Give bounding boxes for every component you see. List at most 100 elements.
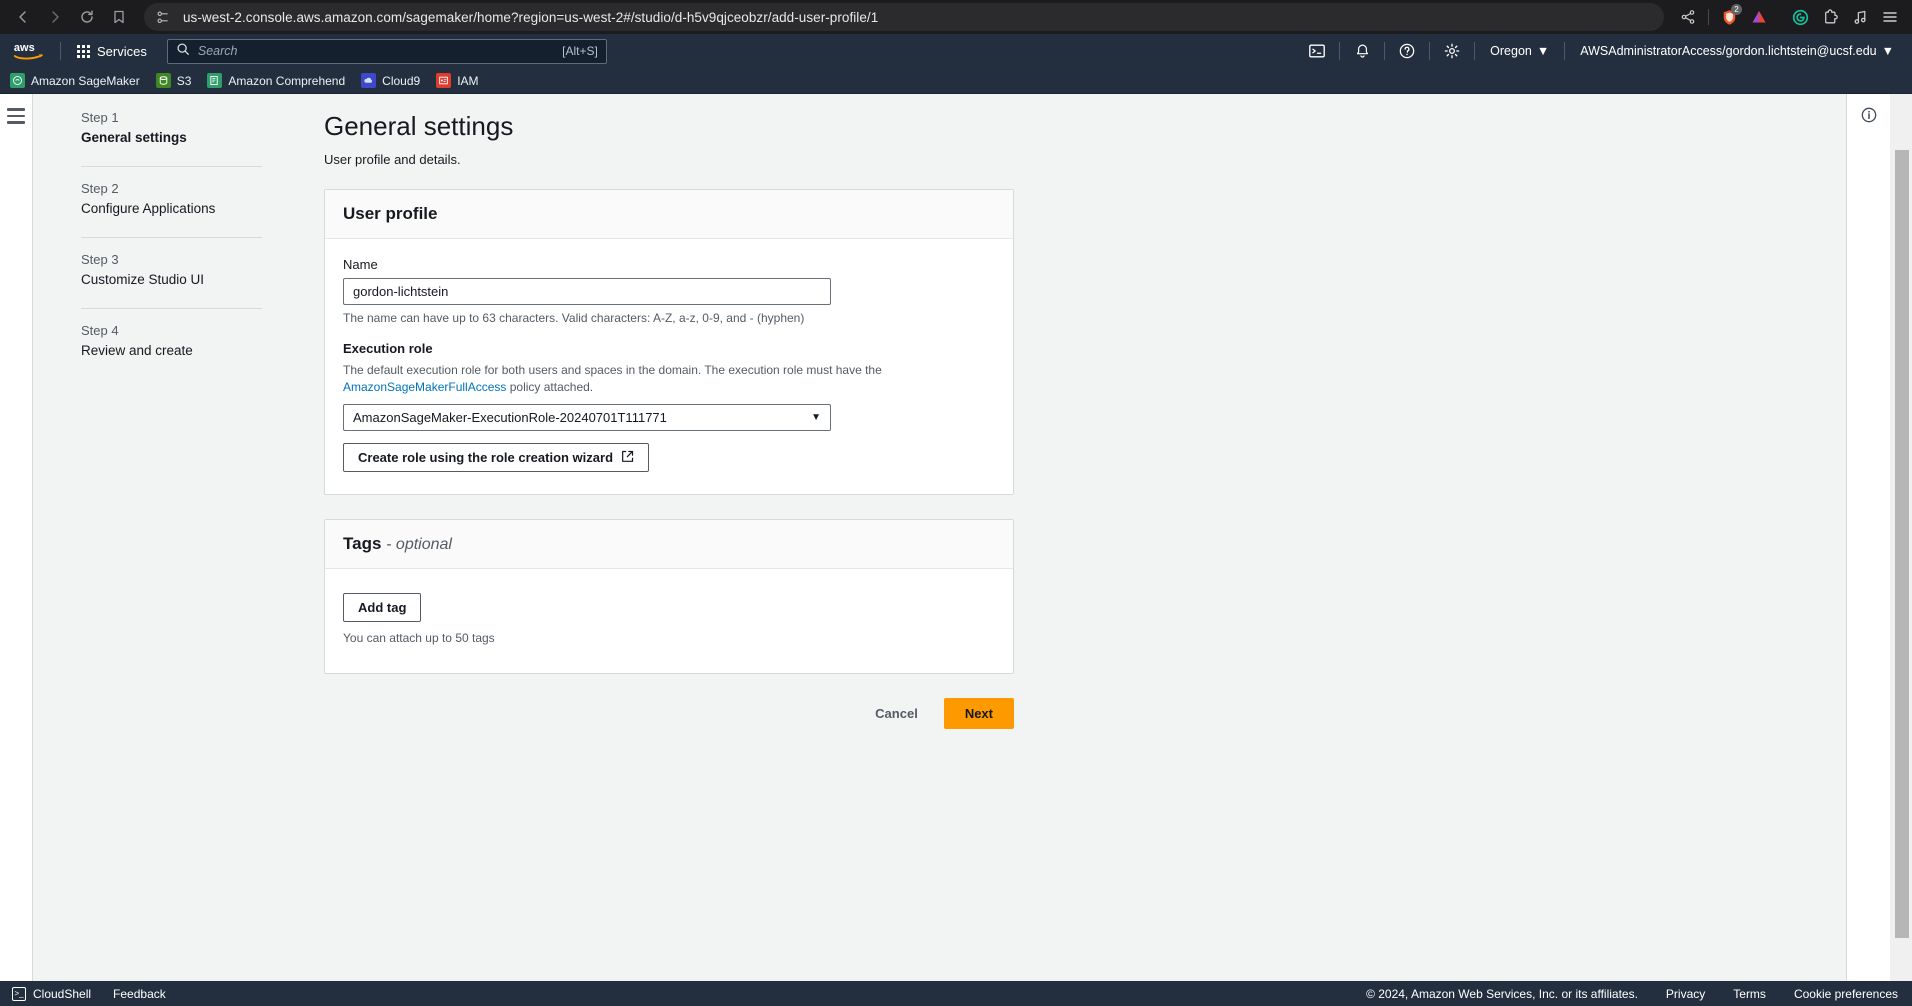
header-divider-2	[1384, 42, 1386, 60]
tags-heading-optional: - optional	[386, 536, 452, 553]
sidebar-item-step-1[interactable]: Step 1 General settings	[81, 108, 262, 152]
music-note-icon[interactable]	[1846, 4, 1874, 30]
user-profile-card-body: Name The name can have up to 63 characte…	[325, 239, 1013, 494]
role-desc-text-after: policy attached.	[506, 380, 594, 394]
bookmark-amazon-comprehend[interactable]: Amazon Comprehend	[207, 73, 345, 88]
s3-icon	[155, 73, 171, 88]
aws-console-header: aws Services [Alt+S] Oreg	[0, 34, 1912, 68]
info-circle-icon[interactable]	[1860, 106, 1878, 981]
bookmark-label: Cloud9	[382, 73, 421, 88]
sidebar-item-step-4[interactable]: Step 4 Review and create	[81, 321, 262, 365]
search-shortcut-hint: [Alt+S]	[562, 44, 598, 58]
amazon-sagemaker-full-access-link[interactable]: AmazonSageMakerFullAccess	[343, 380, 506, 394]
create-role-wizard-button[interactable]: Create role using the role creation wiza…	[343, 443, 650, 472]
bookmark-s3[interactable]: S3	[155, 73, 192, 88]
cancel-button[interactable]: Cancel	[861, 698, 932, 729]
tags-card: Tags - optional Add tag You can attach u…	[324, 519, 1014, 674]
bookmark-iam[interactable]: IAM	[436, 73, 479, 88]
wizard-actions: Cancel Next	[324, 698, 1014, 729]
back-button[interactable]	[8, 4, 38, 30]
add-tag-button[interactable]: Add tag	[343, 593, 422, 622]
search-input[interactable]	[197, 44, 555, 58]
bookmark-label: IAM	[457, 73, 479, 88]
footer-copyright: © 2024, Amazon Web Services, Inc. or its…	[1366, 986, 1638, 1001]
bookmark-amazon-sagemaker[interactable]: Amazon SageMaker	[10, 73, 140, 88]
execution-role-select[interactable]: AmazonSageMaker-ExecutionRole-20240701T1…	[343, 404, 831, 431]
region-selector[interactable]: Oregon ▼	[1480, 44, 1559, 58]
footer-feedback-link[interactable]: Feedback	[113, 987, 166, 1001]
footer-right-group: © 2024, Amazon Web Services, Inc. or its…	[1366, 981, 1898, 1006]
step-label: Review and create	[81, 343, 193, 358]
aws-logo[interactable]: aws	[10, 40, 50, 62]
header-divider	[60, 42, 61, 60]
page-subtitle: User profile and details.	[324, 152, 461, 167]
chevron-down-icon: ▼	[811, 412, 821, 423]
page-body: Step 1 General settings Step 2 Configure…	[0, 94, 1912, 981]
footer-privacy-link[interactable]: Privacy	[1666, 987, 1705, 1001]
header-divider-3	[1429, 42, 1431, 60]
svg-text:aws: aws	[14, 42, 35, 54]
browser-menu-icon[interactable]	[1876, 4, 1904, 30]
user-profile-heading: User profile	[343, 204, 438, 223]
bookmark-label: S3	[176, 73, 192, 88]
iam-icon	[436, 73, 452, 88]
step-divider	[81, 237, 262, 238]
user-profile-card-header: User profile	[325, 190, 1013, 239]
external-link-icon	[621, 450, 634, 466]
name-field-label: Name	[343, 257, 378, 272]
question-circle-icon[interactable]	[1390, 34, 1424, 68]
step-number: Step 3	[81, 252, 119, 267]
services-menu-label: Services	[97, 43, 147, 59]
bookmark-label: Amazon SageMaker	[31, 73, 140, 88]
comprehend-icon	[207, 73, 223, 88]
toolbar-divider-2	[1779, 9, 1780, 25]
bell-icon[interactable]	[1345, 34, 1379, 68]
footer-cloudshell-button[interactable]: >_ CloudShell	[12, 986, 91, 1001]
gear-icon[interactable]	[1435, 34, 1469, 68]
grammarly-icon[interactable]	[1786, 4, 1814, 30]
footer-cookie-preferences-link[interactable]: Cookie preferences	[1794, 987, 1898, 1001]
share-icon[interactable]	[1674, 4, 1702, 30]
header-divider-1	[1339, 42, 1341, 60]
console-search-box[interactable]: [Alt+S]	[166, 38, 607, 64]
console-footer: >_ CloudShell Feedback © 2024, Amazon We…	[0, 981, 1912, 1006]
page-title: General settings	[324, 111, 514, 141]
tags-card-body: Add tag You can attach up to 50 tags	[325, 569, 1013, 673]
tags-heading: Tags - optional	[343, 534, 995, 554]
page-scrollbar-track[interactable]	[1890, 94, 1912, 981]
triangle-extension-icon[interactable]	[1745, 4, 1773, 30]
footer-feedback-label: Feedback	[113, 986, 166, 1001]
bookmark-cloud9[interactable]: Cloud9	[361, 73, 420, 88]
chevron-down-icon: ▼	[1881, 44, 1894, 58]
bookmark-button[interactable]	[104, 4, 134, 30]
extensions-puzzle-icon[interactable]	[1816, 4, 1844, 30]
brave-shields-icon[interactable]: 2	[1715, 4, 1743, 30]
site-settings-icon[interactable]	[156, 10, 171, 25]
reload-button[interactable]	[72, 4, 102, 30]
bookmark-label: Amazon Comprehend	[228, 73, 346, 88]
footer-left-group: >_ CloudShell Feedback	[12, 986, 166, 1001]
step-label: Configure Applications	[81, 201, 216, 216]
step-number: Step 2	[81, 181, 119, 196]
role-desc-text-before: The default execution role for both user…	[343, 363, 882, 377]
cloudshell-icon[interactable]	[1300, 34, 1334, 68]
hamburger-menu-icon[interactable]	[7, 108, 25, 981]
sidebar-item-step-2[interactable]: Step 2 Configure Applications	[81, 179, 262, 223]
services-menu-button[interactable]: Services	[71, 40, 153, 63]
region-label: Oregon	[1490, 44, 1532, 58]
name-input[interactable]	[343, 278, 831, 305]
execution-role-label: Execution role	[343, 341, 433, 356]
tags-hint: You can attach up to 50 tags	[343, 631, 495, 645]
step-divider	[81, 166, 262, 167]
shields-badge-count: 2	[1731, 4, 1742, 15]
sidebar-item-step-3[interactable]: Step 3 Customize Studio UI	[81, 250, 262, 294]
browser-nav-buttons	[8, 4, 134, 30]
forward-button[interactable]	[40, 4, 70, 30]
page-scrollbar-thumb[interactable]	[1895, 150, 1909, 938]
footer-terms-link[interactable]: Terms	[1733, 987, 1766, 1001]
address-bar[interactable]: us-west-2.console.aws.amazon.com/sagemak…	[144, 3, 1664, 31]
browser-chrome: us-west-2.console.aws.amazon.com/sagemak…	[0, 0, 1912, 34]
account-menu[interactable]: AWSAdministratorAccess/gordon.lichtstein…	[1570, 44, 1904, 58]
next-button[interactable]: Next	[943, 698, 1014, 729]
header-divider-5	[1564, 42, 1566, 60]
